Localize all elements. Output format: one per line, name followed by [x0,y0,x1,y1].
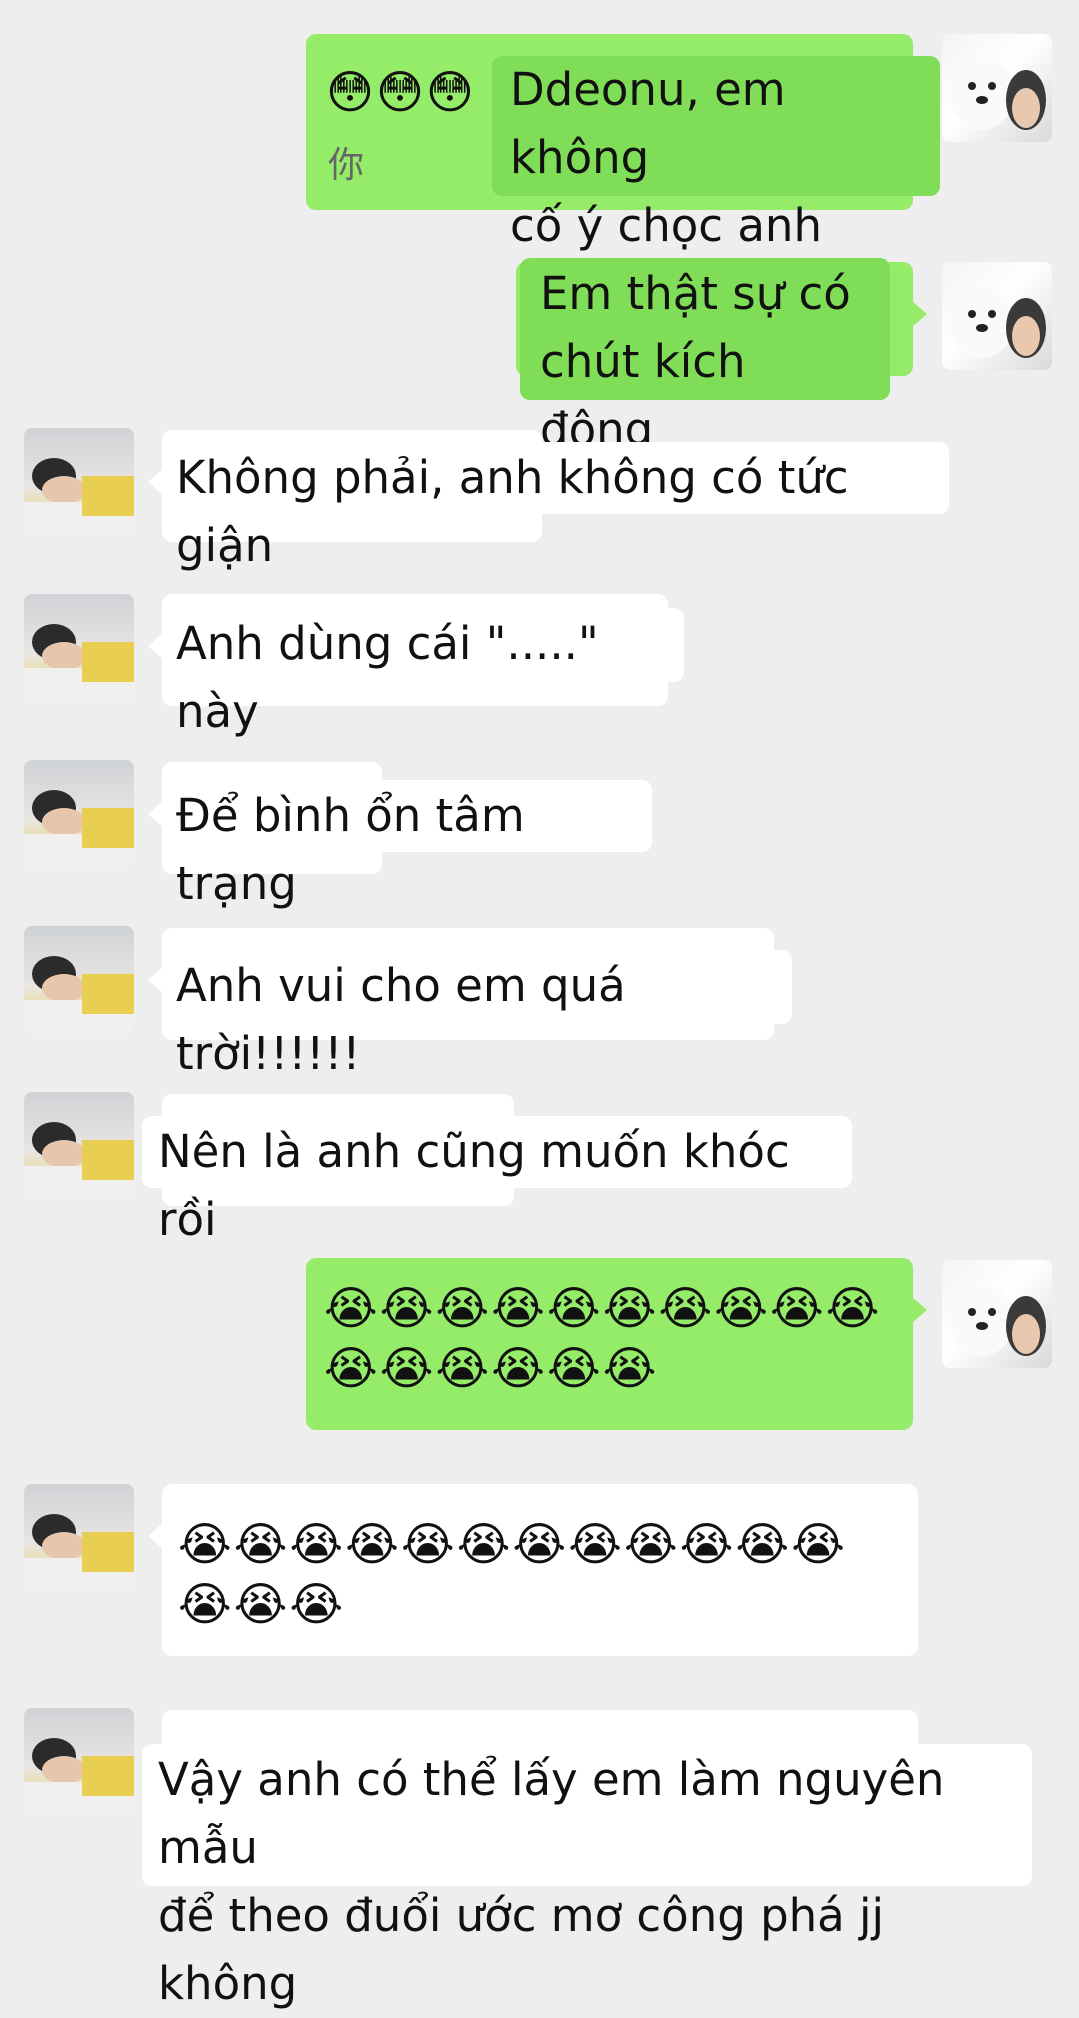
other-avatar[interactable] [24,594,134,702]
boy-avatar-icon [24,1514,134,1592]
other-avatar[interactable] [24,1484,134,1592]
boy-avatar-icon [24,956,134,1034]
dog-avatar-icon [950,58,1046,130]
crying-emoji-row: 😭😭😭😭😭😭 [324,1341,659,1395]
self-avatar[interactable] [942,34,1052,142]
boy-avatar-icon [24,1738,134,1816]
boy-avatar-icon [24,790,134,868]
translation-overlay: Em thật sự có chút kích động [520,258,890,456]
other-avatar[interactable] [24,760,134,868]
translation-overlay: Anh dùng cái "....." này [162,608,684,738]
other-avatar[interactable] [24,926,134,1034]
crying-emoji-row: 😭😭😭 [178,1577,346,1631]
translation-overlay: Nên là anh cũng muốn khóc rồi [142,1116,852,1246]
translation-overlay: Không phải, anh không có tức giận [162,442,949,572]
self-avatar[interactable] [942,262,1052,370]
boy-avatar-icon [24,1122,134,1200]
chinese-text: 你 [328,145,365,186]
other-avatar[interactable] [24,1708,134,1816]
dog-avatar-icon [950,1284,1046,1356]
boy-avatar-icon [24,624,134,702]
crying-emoji-row: 😭😭😭😭😭😭😭😭😭😭😭😭 [178,1517,847,1571]
translation-overlay: Anh vui cho em quá trời!!!!!! [162,950,792,1080]
translation-overlay: Vậy anh có thể lấy em làm nguyên mẫu để … [142,1744,1032,2010]
translation-overlay: Để bình ổn tâm trạng [162,780,652,910]
flushed-emoji-row: 😳😳😳 [326,65,476,119]
crying-emoji-row: 😭😭😭😭😭😭😭😭😭😭 [324,1281,882,1335]
dog-avatar-icon [950,286,1046,358]
other-avatar[interactable] [24,1092,134,1200]
translation-overlay: Ddeonu, em không cố ý chọc anh [492,56,940,252]
boy-avatar-icon [24,458,134,536]
sent-message-bubble[interactable]: 😭😭😭😭😭😭😭😭😭😭 😭😭😭😭😭😭 [306,1258,927,1430]
self-avatar[interactable] [942,1260,1052,1368]
received-message-bubble[interactable]: 😭😭😭😭😭😭😭😭😭😭😭😭 😭😭😭 [148,1484,918,1656]
other-avatar[interactable] [24,428,134,536]
